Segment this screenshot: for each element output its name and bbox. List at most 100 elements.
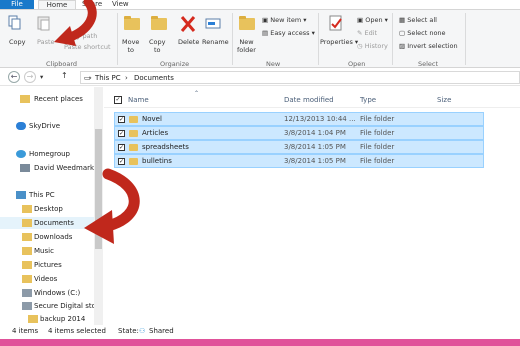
select-all-button[interactable]: ▦ Select all <box>399 16 437 24</box>
open-button[interactable]: ▣ Open ▾ <box>357 16 388 24</box>
folder-icon <box>129 144 138 151</box>
select-none-button[interactable]: ▢ Select none <box>399 29 446 37</box>
state-value: Shared <box>149 327 174 335</box>
new-folder-button[interactable]: New folder <box>237 38 256 54</box>
nav-label: Windows (C:) <box>34 289 81 297</box>
row-checkbox[interactable]: ✓ <box>118 158 125 165</box>
breadcrumb-this-pc[interactable]: This PC <box>95 73 121 83</box>
column-header-type[interactable]: Type <box>360 96 376 104</box>
copy-to-icon <box>151 16 167 30</box>
edit-button[interactable]: ✎ Edit <box>357 29 377 37</box>
table-row[interactable]: ✓ spreadsheets 3/8/2014 1:05 PM File fol… <box>114 140 484 154</box>
nav-item-backup-2014[interactable]: backup 2014 <box>0 313 96 325</box>
navigation-pane: Recent places SkyDrive Homegroup David W… <box>0 87 104 325</box>
nav-scroll-thumb[interactable] <box>95 129 102 249</box>
sd-card-icon <box>22 302 32 310</box>
footer-bar <box>0 339 520 346</box>
ribbon-tab-bar: File Home Share View <box>0 0 520 9</box>
select-all-checkbox[interactable]: ✓ <box>114 96 122 104</box>
move-to-icon <box>124 16 140 30</box>
properties-button[interactable]: Properties ▾ <box>320 38 358 46</box>
nav-scrollbar[interactable] <box>94 87 103 325</box>
column-header-size[interactable]: Size <box>437 96 451 104</box>
select-group-label: Select <box>418 60 439 68</box>
copy-path-button[interactable]: Copy path <box>64 32 97 40</box>
copy-button[interactable]: Copy <box>9 38 26 46</box>
nav-item-secure-digital[interactable]: Secure Digital sto <box>0 300 96 312</box>
easy-access-label: Easy access <box>270 29 310 37</box>
invert-selection-button[interactable]: ▨ Invert selection <box>399 42 458 50</box>
chevron-right-icon: › <box>89 74 92 82</box>
history-button[interactable]: ◷ History <box>357 42 388 50</box>
nav-item-music[interactable]: Music <box>0 245 96 257</box>
row-checkbox[interactable]: ✓ <box>118 116 125 123</box>
properties-label: Properties <box>320 38 353 46</box>
new-folder-label-2: folder <box>237 46 256 54</box>
delete-icon <box>180 16 196 32</box>
back-button[interactable]: ← <box>8 71 20 83</box>
nav-item-videos[interactable]: Videos <box>0 273 96 285</box>
file-name: Articles <box>142 129 169 137</box>
drive-icon <box>22 289 32 297</box>
nav-label: David Weedmark <box>34 164 95 172</box>
organize-group-label: Organize <box>160 60 190 68</box>
up-button[interactable]: ↑ <box>61 72 68 80</box>
nav-label: Desktop <box>34 205 63 213</box>
row-checkbox[interactable]: ✓ <box>118 130 125 137</box>
column-header-name[interactable]: Name <box>128 96 149 104</box>
nav-label: Pictures <box>34 261 62 269</box>
status-bar: 4 items 4 items selected State: ⚇ Shared <box>0 325 520 339</box>
new-folder-icon <box>239 16 255 30</box>
row-checkbox[interactable]: ✓ <box>118 144 125 151</box>
paste-shortcut-button[interactable]: Paste shortcut <box>64 43 111 51</box>
recent-locations-icon[interactable]: ▾ <box>40 73 43 81</box>
breadcrumb[interactable]: ▭ › This PC › Documents <box>80 71 520 84</box>
table-row[interactable]: ✓ Articles 3/8/2014 1:04 PM File folder <box>114 126 484 140</box>
file-date: 3/8/2014 1:04 PM <box>284 129 346 137</box>
tab-file[interactable]: File <box>0 0 34 9</box>
nav-item-homegroup[interactable]: Homegroup <box>0 148 96 160</box>
nav-item-downloads[interactable]: Downloads <box>0 231 96 243</box>
folder-icon <box>20 95 30 103</box>
nav-item-documents[interactable]: Documents <box>0 217 96 229</box>
history-label: History <box>364 42 388 50</box>
easy-access-button[interactable]: ▤ Easy access ▾ <box>262 29 315 37</box>
invert-selection-label: Invert selection <box>407 42 458 50</box>
nav-item-pictures[interactable]: Pictures <box>0 259 96 271</box>
file-name: spreadsheets <box>142 143 189 151</box>
nav-label: Homegroup <box>29 150 71 158</box>
folder-icon <box>28 315 38 323</box>
forward-button[interactable]: → <box>24 71 36 83</box>
paste-button[interactable]: Paste <box>37 38 55 46</box>
delete-button[interactable]: Delete <box>178 38 199 46</box>
item-count: 4 items <box>12 327 39 335</box>
new-item-button[interactable]: ▣ New item ▾ <box>262 16 307 24</box>
folder-icon <box>129 130 138 137</box>
tab-view[interactable]: View <box>112 0 132 9</box>
nav-label: Secure Digital sto <box>34 302 96 310</box>
nav-label: This PC <box>29 191 55 199</box>
copy-to-button[interactable]: Copy to <box>149 38 166 54</box>
file-type: File folder <box>360 157 395 165</box>
ribbon-divider <box>318 13 319 65</box>
nav-item-recent-places[interactable]: Recent places <box>0 93 96 105</box>
table-row[interactable]: ✓ Novel 12/13/2013 10:44 ... File folder <box>114 112 484 126</box>
nav-label: Documents <box>34 219 74 227</box>
nav-item-skydrive[interactable]: SkyDrive <box>0 120 96 132</box>
nav-item-desktop[interactable]: Desktop <box>0 203 96 215</box>
table-row[interactable]: ✓ bulletins 3/8/2014 1:05 PM File folder <box>114 154 484 168</box>
tab-share[interactable]: Share <box>82 0 102 9</box>
breadcrumb-documents[interactable]: Documents <box>134 73 174 83</box>
nav-item-this-pc[interactable]: This PC <box>0 189 96 201</box>
selected-count: 4 items selected <box>48 327 106 335</box>
nav-item-windows-c[interactable]: Windows (C:) <box>0 287 96 299</box>
nav-item-david-weedmark[interactable]: David Weedmark <box>0 162 96 174</box>
column-header-date[interactable]: Date modified <box>284 96 334 104</box>
tab-home[interactable]: Home <box>38 0 76 9</box>
header-divider <box>104 107 520 108</box>
folder-icon <box>22 247 32 255</box>
select-none-label: Select none <box>407 29 446 37</box>
rename-button[interactable]: Rename <box>202 38 229 46</box>
move-to-button[interactable]: Move to <box>122 38 139 54</box>
file-type: File folder <box>360 129 395 137</box>
